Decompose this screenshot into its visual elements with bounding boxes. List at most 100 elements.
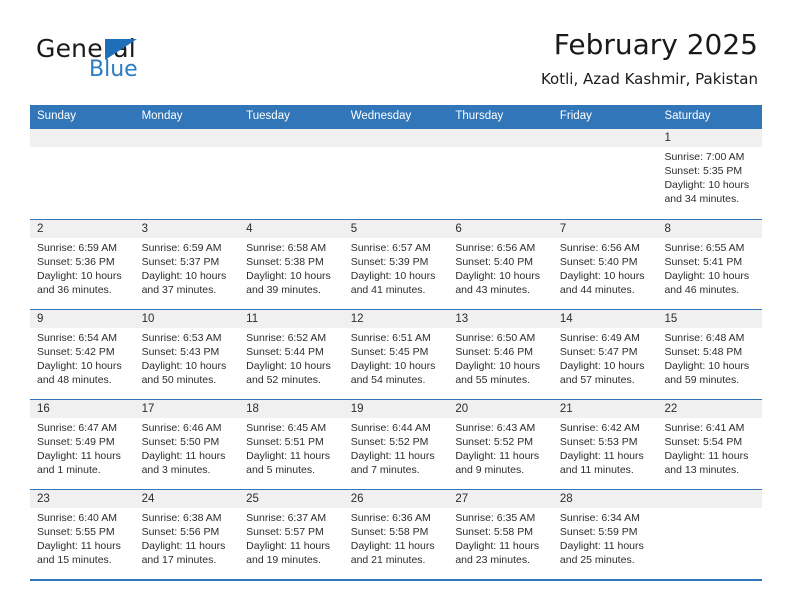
- day-number: 1: [664, 132, 671, 144]
- calendar-day-cell[interactable]: 17 Sunrise: 6:46 AM Sunset: 5:50 PM Dayligh…: [135, 400, 240, 489]
- sunset-text: Sunset: 5:39 PM: [350, 256, 429, 268]
- calendar-day-cell[interactable]: 21 Sunrise: 6:42 AM Sunset: 5:53 PM Dayligh…: [553, 400, 658, 489]
- weekday-header-monday: Monday: [141, 110, 183, 122]
- daylight-text-line1: Daylight: 10 hours: [246, 270, 331, 282]
- day-number: 10: [141, 313, 155, 325]
- calendar-day-cell[interactable]: 1 Sunrise: 7:00 AM Sunset: 5:35 PM Daylight…: [657, 129, 762, 219]
- sun-info: Sunrise: 6:57 AM Sunset: 5:39 PM Daylight:…: [351, 241, 443, 297]
- daylight-text-line1: Daylight: 11 hours: [350, 540, 435, 552]
- calendar-day-cell[interactable]: 15 Sunrise: 6:48 AM Sunset: 5:48 PM Dayligh…: [657, 310, 762, 399]
- calendar-day-cell[interactable]: 18 Sunrise: 6:45 AM Sunset: 5:51 PM Dayligh…: [239, 400, 344, 489]
- sun-info: Sunrise: 6:58 AM Sunset: 5:38 PM Daylight:…: [246, 241, 338, 297]
- daylight-text-line1: Daylight: 10 hours: [664, 270, 750, 282]
- sun-info: Sunrise: 6:50 AM Sunset: 5:46 PM Daylight:…: [455, 331, 547, 387]
- daylight-text-line2: and 23 minutes.: [455, 554, 531, 566]
- sunrise-text: Sunrise: 6:56 AM: [455, 242, 536, 254]
- sunset-text: Sunset: 5:44 PM: [246, 346, 324, 358]
- daylight-text-line1: Daylight: 11 hours: [141, 540, 226, 552]
- sunset-text: Sunset: 5:40 PM: [455, 256, 533, 268]
- calendar-day-cell[interactable]: 10 Sunrise: 6:53 AM Sunset: 5:43 PM Dayligh…: [135, 310, 240, 399]
- grid-bottom-rule: [30, 579, 762, 581]
- general-blue-logo[interactable]: General Blue: [36, 34, 266, 88]
- daylight-text-line1: Daylight: 11 hours: [455, 450, 540, 462]
- sun-info: Sunrise: 6:41 AM Sunset: 5:54 PM Daylight:…: [664, 421, 756, 477]
- daylight-text-line1: Daylight: 11 hours: [141, 450, 226, 462]
- calendar-day-cell[interactable]: 6 Sunrise: 6:56 AM Sunset: 5:40 PM Daylight…: [448, 220, 553, 309]
- daylight-text-line2: and 36 minutes.: [37, 284, 112, 296]
- sun-info: Sunrise: 6:54 AM Sunset: 5:42 PM Daylight:…: [37, 331, 129, 387]
- calendar-day-cell[interactable]: 23 Sunrise: 6:40 AM Sunset: 5:55 PM Dayligh…: [30, 490, 135, 579]
- calendar-day-cell[interactable]: 24 Sunrise: 6:38 AM Sunset: 5:56 PM Dayligh…: [135, 490, 240, 579]
- sunset-text: Sunset: 5:58 PM: [350, 526, 429, 538]
- calendar-day-cell[interactable]: 25 Sunrise: 6:37 AM Sunset: 5:57 PM Dayligh…: [239, 490, 344, 579]
- calendar-day-cell[interactable]: 20 Sunrise: 6:43 AM Sunset: 5:52 PM Dayligh…: [448, 400, 553, 489]
- sunset-text: Sunset: 5:47 PM: [559, 346, 638, 358]
- sunset-text: Sunset: 5:58 PM: [455, 526, 533, 538]
- calendar-day-cell[interactable]: 12 Sunrise: 6:51 AM Sunset: 5:45 PM Dayligh…: [344, 310, 449, 399]
- sunrise-text: Sunrise: 6:59 AM: [37, 242, 117, 254]
- sun-info: Sunrise: 6:42 AM Sunset: 5:53 PM Daylight:…: [560, 421, 652, 477]
- daylight-text-line2: and 34 minutes.: [664, 193, 740, 205]
- calendar-day-cell[interactable]: 3 Sunrise: 6:59 AM Sunset: 5:37 PM Daylight…: [135, 220, 240, 309]
- weekday-header-friday: Friday: [559, 110, 592, 122]
- sun-info: Sunrise: 6:43 AM Sunset: 5:52 PM Daylight:…: [455, 421, 547, 477]
- daylight-text-line2: and 44 minutes.: [559, 284, 635, 296]
- sunrise-text: Sunrise: 6:58 AM: [246, 242, 327, 254]
- daylight-text-line1: Daylight: 10 hours: [350, 360, 436, 372]
- sunset-text: Sunset: 5:56 PM: [141, 526, 220, 538]
- calendar-day-cell[interactable]: 14 Sunrise: 6:49 AM Sunset: 5:47 PM Dayligh…: [553, 310, 658, 399]
- sunset-text: Sunset: 5:48 PM: [664, 346, 743, 358]
- day-number: 2: [37, 223, 44, 235]
- daylight-text-line1: Daylight: 10 hours: [455, 360, 540, 372]
- day-number: 5: [350, 223, 358, 235]
- calendar-day-cell[interactable]: 16 Sunrise: 6:47 AM Sunset: 5:49 PM Dayligh…: [30, 400, 135, 489]
- daylight-text-line1: Daylight: 10 hours: [246, 360, 331, 372]
- calendar-day-cell[interactable]: 9 Sunrise: 6:54 AM Sunset: 5:42 PM Daylight…: [30, 310, 135, 399]
- logo-text-blue: Blue: [89, 57, 138, 82]
- calendar-day-cell[interactable]: 22 Sunrise: 6:41 AM Sunset: 5:54 PM Dayligh…: [657, 400, 762, 489]
- day-number: [455, 129, 547, 147]
- calendar-day-cell[interactable]: 13 Sunrise: 6:50 AM Sunset: 5:46 PM Dayligh…: [448, 310, 553, 399]
- sunrise-text: Sunrise: 7:00 AM: [664, 151, 745, 163]
- daylight-text-line2: and 5 minutes.: [246, 464, 316, 476]
- calendar-day-cell[interactable]: 8 Sunrise: 6:55 AM Sunset: 5:41 PM Daylight…: [657, 220, 762, 309]
- day-number: 22: [664, 403, 678, 415]
- calendar-day-cell[interactable]: 2 Sunrise: 6:59 AM Sunset: 5:36 PM Daylight…: [30, 220, 135, 309]
- daylight-text-line1: Daylight: 10 hours: [664, 360, 750, 372]
- day-number: 13: [455, 313, 469, 325]
- weekday-header-row: Sunday Monday Tuesday Wednesday Thursday Frid…: [30, 105, 762, 129]
- sunrise-text: Sunrise: 6:44 AM: [350, 422, 431, 434]
- daylight-text-line2: and 3 minutes.: [141, 464, 211, 476]
- calendar-day-cell[interactable]: 27 Sunrise: 6:35 AM Sunset: 5:58 PM Dayligh…: [448, 490, 553, 579]
- sun-info: Sunrise: 6:47 AM Sunset: 5:49 PM Daylight:…: [37, 421, 129, 477]
- sunrise-text: Sunrise: 6:47 AM: [37, 422, 117, 434]
- calendar-day-cell[interactable]: 4 Sunrise: 6:58 AM Sunset: 5:38 PM Daylight…: [239, 220, 344, 309]
- calendar-day-cell[interactable]: 19 Sunrise: 6:44 AM Sunset: 5:52 PM Dayligh…: [344, 400, 449, 489]
- sun-info: Sunrise: 6:55 AM Sunset: 5:41 PM Daylight:…: [664, 241, 756, 297]
- day-number: 24: [141, 493, 155, 505]
- day-number: 18: [246, 403, 259, 415]
- calendar-week-row: 2 Sunrise: 6:59 AM Sunset: 5:36 PM Daylight…: [30, 219, 762, 309]
- day-number: 16: [37, 403, 50, 415]
- sun-info: Sunrise: 6:36 AM Sunset: 5:58 PM Daylight:…: [351, 511, 443, 567]
- calendar-day-cell[interactable]: 11 Sunrise: 6:52 AM Sunset: 5:44 PM Dayligh…: [239, 310, 344, 399]
- calendar-day-cell-empty: [239, 129, 344, 219]
- calendar-day-cell[interactable]: 28 Sunrise: 6:34 AM Sunset: 5:59 PM Dayligh…: [553, 490, 658, 579]
- daylight-text-line2: and 39 minutes.: [246, 284, 321, 296]
- sunset-text: Sunset: 5:50 PM: [141, 436, 220, 448]
- daylight-text-line2: and 17 minutes.: [141, 554, 217, 566]
- sun-info: Sunrise: 6:56 AM Sunset: 5:40 PM Daylight:…: [560, 241, 652, 297]
- sunset-text: Sunset: 5:52 PM: [455, 436, 533, 448]
- sunset-text: Sunset: 5:57 PM: [246, 526, 324, 538]
- calendar-day-cell[interactable]: 7 Sunrise: 6:56 AM Sunset: 5:40 PM Daylight…: [553, 220, 658, 309]
- day-number: 19: [350, 403, 364, 415]
- sunrise-text: Sunrise: 6:59 AM: [141, 242, 222, 254]
- daylight-text-line1: Daylight: 10 hours: [141, 270, 227, 282]
- daylight-text-line1: Daylight: 10 hours: [559, 360, 645, 372]
- daylight-text-line2: and 19 minutes.: [246, 554, 321, 566]
- calendar-day-cell[interactable]: 5 Sunrise: 6:57 AM Sunset: 5:39 PM Daylight…: [344, 220, 449, 309]
- calendar-day-cell[interactable]: 26 Sunrise: 6:36 AM Sunset: 5:58 PM Dayligh…: [344, 490, 449, 579]
- calendar-day-cell-empty: [135, 129, 240, 219]
- sun-info: Sunrise: 6:34 AM Sunset: 5:59 PM Daylight:…: [560, 511, 652, 567]
- calendar-day-cell-empty: [30, 129, 135, 219]
